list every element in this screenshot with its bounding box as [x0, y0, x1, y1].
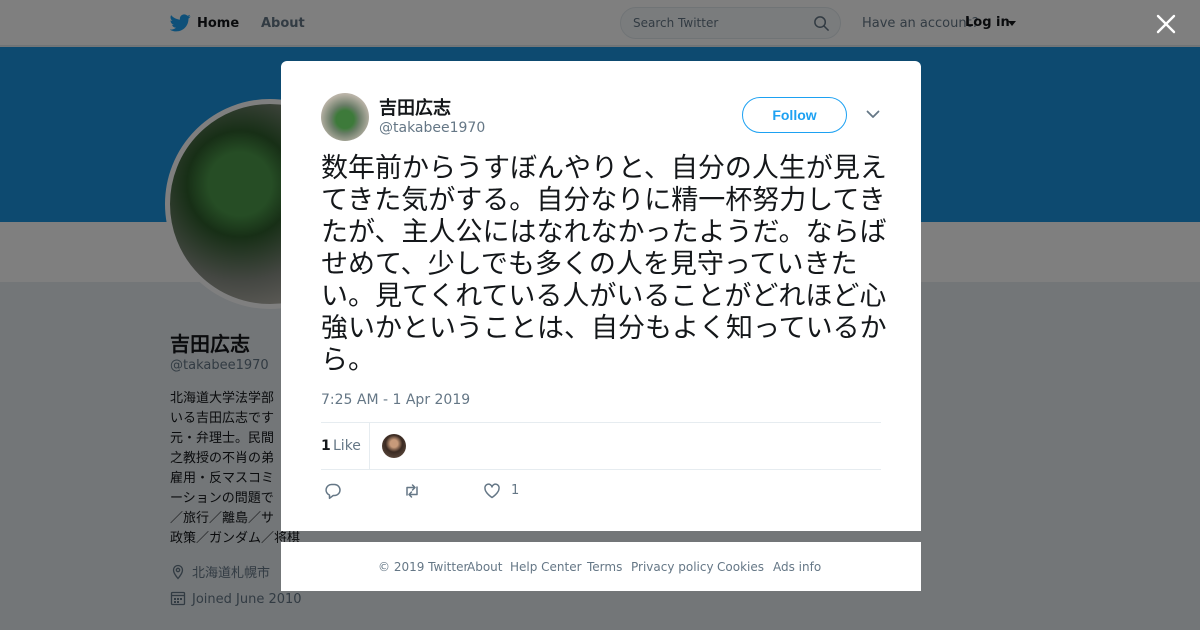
footer-cookies-link[interactable]: Cookies [717, 560, 764, 574]
like-heart-icon[interactable] [483, 482, 501, 500]
reply-icon[interactable] [324, 482, 342, 500]
footer-copyright: © 2019 Twitter [378, 560, 469, 574]
follow-button[interactable]: Follow [742, 97, 847, 133]
likes-count[interactable]: 1 [321, 438, 331, 454]
footer-about-link[interactable]: About [467, 560, 502, 574]
footer-ads-info-link[interactable]: Ads info [773, 560, 821, 574]
tweet-timestamp[interactable]: 7:25 AM - 1 Apr 2019 [321, 392, 470, 408]
tweet-author-avatar[interactable] [321, 93, 369, 141]
stats-divider [369, 423, 370, 469]
footer-help-center-link[interactable]: Help Center [510, 560, 582, 574]
tweet-author-name[interactable]: 吉田広志 [379, 94, 451, 120]
tweet-stats: 1 Like [321, 422, 881, 470]
tweet-author-handle[interactable]: @takabee1970 [379, 120, 485, 136]
footer-terms-link[interactable]: Terms [587, 560, 622, 574]
tweet-actions: 1 [321, 480, 881, 504]
liker-avatar[interactable] [382, 434, 406, 458]
chevron-down-icon[interactable] [866, 110, 880, 119]
like-action-count: 1 [511, 483, 520, 498]
retweet-icon[interactable] [403, 482, 421, 500]
tweet-text: 数年前からうすぼんやりと、自分の人生が見えてきた気がする。自分なりに精一杯努力し… [321, 153, 887, 376]
footer-privacy-link[interactable]: Privacy policy [631, 560, 714, 574]
close-icon[interactable] [1156, 14, 1176, 34]
modal-footer: © 2019 Twitter About Help Center Terms P… [281, 542, 921, 591]
likes-label[interactable]: Like [333, 438, 361, 454]
tweet-modal: 吉田広志 @takabee1970 Follow 数年前からうすぼんやりと、自分… [281, 61, 921, 531]
